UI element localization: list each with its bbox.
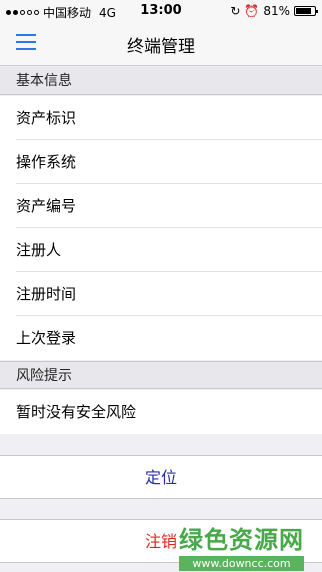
risk-message: 暂时没有安全风险 xyxy=(0,390,322,434)
navigation-bar: 终端管理 xyxy=(0,22,322,66)
row-label: 上次登录 xyxy=(16,329,77,347)
list-item[interactable]: 注册人 xyxy=(0,228,322,272)
risk-text: 暂时没有安全风险 xyxy=(16,403,137,421)
status-right: ↻ ⏰ 81% xyxy=(230,4,318,18)
row-label: 资产标识 xyxy=(16,109,77,127)
row-label: 操作系统 xyxy=(16,153,77,171)
row-label: 注册时间 xyxy=(16,285,77,303)
battery-percent: 81% xyxy=(263,4,290,18)
row-label: 注册人 xyxy=(16,241,62,259)
watermark-logo: 绿色资源网 www.downcc.com xyxy=(179,520,304,571)
list-item[interactable]: 操作系统 xyxy=(0,140,322,184)
page-title: 终端管理 xyxy=(127,37,195,57)
list-item[interactable]: 上次登录 xyxy=(0,316,322,360)
alarm-icon: ⏰ xyxy=(244,4,260,18)
section-header-basic-info: 基本信息 xyxy=(0,67,322,95)
section-header-risk: 风险提示 xyxy=(0,361,322,389)
battery-icon xyxy=(294,6,318,16)
list-item[interactable]: 注册时间 xyxy=(0,272,322,316)
locate-button[interactable]: 定位 xyxy=(0,455,322,499)
watermark-url: www.downcc.com xyxy=(179,556,304,571)
row-label: 资产编号 xyxy=(16,197,77,215)
list-item[interactable]: 资产标识 xyxy=(0,96,322,140)
watermark-title: 绿色资源网 xyxy=(179,526,304,554)
status-bar: 中国移动 4G 13:00 ↻ ⏰ 81% xyxy=(0,0,322,22)
list-item[interactable]: 资产编号 xyxy=(0,184,322,228)
rotation-lock-icon: ↻ xyxy=(230,4,241,18)
